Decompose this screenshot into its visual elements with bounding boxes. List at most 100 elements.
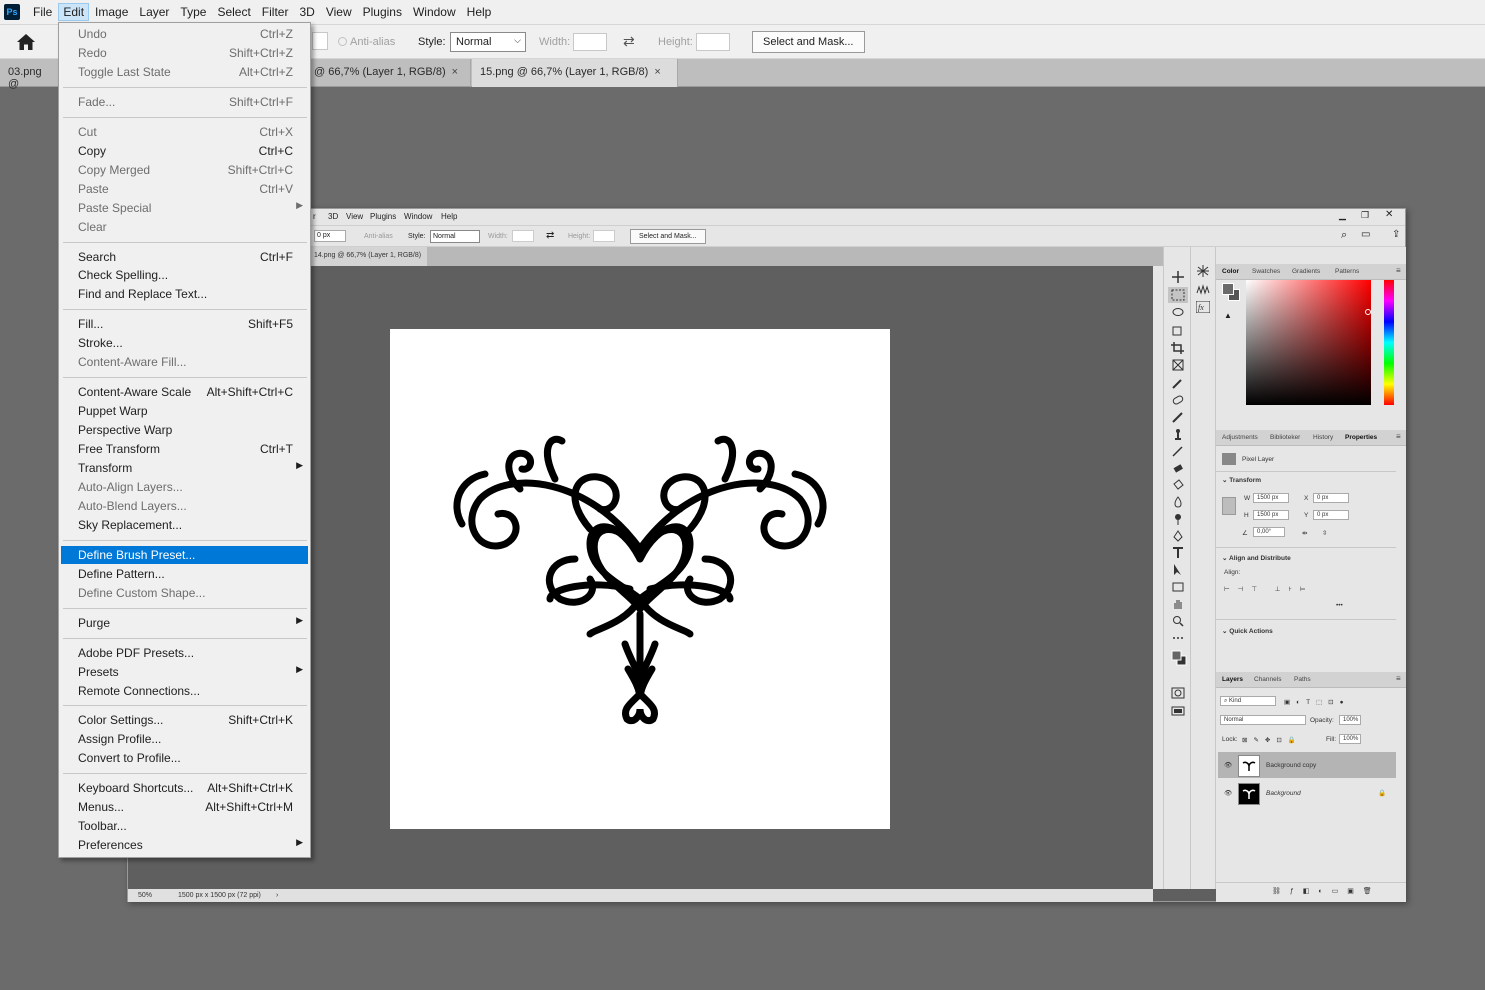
edit-menu-item-presets[interactable]: Presets ▶ <box>61 663 308 681</box>
edit-menu-item-search[interactable]: Search Ctrl+F <box>61 248 308 266</box>
brush-tool-icon[interactable] <box>1171 411 1185 423</box>
feather-input[interactable] <box>312 32 328 50</box>
layer-row-background-copy[interactable]: 👁 Background copy <box>1218 752 1396 778</box>
edit-menu-item-keyboard-shortcuts[interactable]: Keyboard Shortcuts... Alt+Shift+Ctrl+K <box>61 779 308 797</box>
pen-tool-icon[interactable] <box>1171 530 1185 542</box>
quick-mask-icon[interactable] <box>1171 687 1185 699</box>
share-icon[interactable]: ⇪ <box>1392 229 1400 240</box>
width-input[interactable] <box>573 33 607 51</box>
flip-vertical-icon[interactable]: ⇳ <box>1322 529 1327 537</box>
edit-menu-item-cut[interactable]: Cut Ctrl+X <box>61 123 308 141</box>
zoom-tool-icon[interactable] <box>1171 615 1185 627</box>
edit-menu-item-purge[interactable]: Purge ▶ <box>61 614 308 632</box>
transform-heading[interactable]: ⌄ Transform <box>1222 476 1261 484</box>
tab-color[interactable]: Color <box>1222 268 1239 275</box>
select-and-mask-button[interactable]: Select and Mask... <box>752 31 865 53</box>
home-icon[interactable] <box>16 33 36 51</box>
vertical-scrollbar[interactable] <box>1153 266 1163 889</box>
menu-edit[interactable]: Edit <box>58 3 90 21</box>
antialias-checkbox[interactable]: Anti-alias <box>338 36 395 48</box>
inner-select-mask-button[interactable]: Select and Mask... <box>630 229 706 244</box>
inner-menu-help[interactable]: Help <box>441 212 457 221</box>
height-field[interactable]: 1500 px <box>1253 510 1289 520</box>
restore-icon[interactable]: ❐ <box>1361 210 1369 221</box>
document-canvas[interactable] <box>390 329 890 829</box>
menu-view[interactable]: View <box>321 3 357 21</box>
edit-menu-item-convert-to-profile[interactable]: Convert to Profile... <box>61 749 308 767</box>
quick-actions-heading[interactable]: ⌄ Quick Actions <box>1222 627 1273 635</box>
tab-layers[interactable]: Layers <box>1222 676 1243 683</box>
edit-menu-item-clear[interactable]: Clear <box>61 218 308 236</box>
frame-tool-icon[interactable] <box>1171 359 1185 371</box>
link-icon[interactable] <box>1222 497 1236 515</box>
menu-3d[interactable]: 3D <box>294 3 319 21</box>
eyedropper-tool-icon[interactable] <box>1171 377 1185 389</box>
x-field[interactable]: 0 px <box>1313 493 1349 503</box>
inner-menu-view[interactable]: View <box>346 212 363 221</box>
menu-help[interactable]: Help <box>462 3 497 21</box>
move-tool-icon[interactable] <box>1171 271 1185 283</box>
color-swatches-icon[interactable] <box>1171 649 1187 667</box>
crop-tool-icon[interactable] <box>1171 342 1185 354</box>
lock-icons[interactable]: ⊠✎✥⊡🔒 <box>1242 736 1302 744</box>
eye-icon[interactable]: 👁 <box>1224 761 1232 769</box>
edit-menu-item-paste[interactable]: Paste Ctrl+V <box>61 180 308 198</box>
edit-menu-item-perspective-warp[interactable]: Perspective Warp <box>61 421 308 439</box>
edit-menu-item-assign-profile[interactable]: Assign Profile... <box>61 730 308 748</box>
paint-bucket-tool-icon[interactable] <box>1171 479 1185 491</box>
opacity-field[interactable]: 100% <box>1339 715 1361 725</box>
edit-menu-item-transform[interactable]: Transform ▶ <box>61 459 308 477</box>
rectangle-tool-icon[interactable] <box>1171 581 1185 593</box>
tab-paths[interactable]: Paths <box>1294 676 1311 683</box>
blend-mode-select[interactable]: Normal <box>1220 715 1306 725</box>
clone-stamp-tool-icon[interactable] <box>1171 428 1185 440</box>
eye-icon[interactable]: 👁 <box>1224 789 1232 797</box>
close-window-icon[interactable]: ✕ <box>1385 209 1393 220</box>
panel-menu-icon[interactable]: ≡ <box>1396 266 1401 275</box>
edit-menu-item-puppet-warp[interactable]: Puppet Warp <box>61 402 308 420</box>
edit-menu-item-free-transform[interactable]: Free Transform Ctrl+T <box>61 440 308 458</box>
search-icon[interactable]: ⌕ <box>1341 229 1347 242</box>
edit-menu-item-copy-merged[interactable]: Copy Merged Shift+Ctrl+C <box>61 161 308 179</box>
history-brush-tool-icon[interactable] <box>1171 445 1185 457</box>
fill-field[interactable]: 100% <box>1339 734 1361 744</box>
tab-history[interactable]: History <box>1313 434 1333 441</box>
healing-brush-tool-icon[interactable] <box>1171 394 1185 406</box>
edit-menu-item-content-aware-fill[interactable]: Content-Aware Fill... <box>61 353 308 371</box>
edit-menu-item-color-settings[interactable]: Color Settings... Shift+Ctrl+K <box>61 711 308 729</box>
inner-width-input[interactable] <box>512 230 534 242</box>
tab-adjustments[interactable]: Adjustments <box>1222 434 1258 441</box>
layer-filter-select[interactable]: ⌕ Kind <box>1220 696 1276 706</box>
layer-row-background[interactable]: 👁 Background 🔒 <box>1218 780 1396 806</box>
panel-menu-icon[interactable]: ≡ <box>1396 432 1401 441</box>
width-field[interactable]: 1500 px <box>1253 493 1289 503</box>
inner-menu-plugins[interactable]: Plugins <box>370 212 396 221</box>
layer-styles-icon[interactable]: fx <box>1195 300 1211 314</box>
inner-px-input[interactable]: 0 px <box>314 230 346 242</box>
minimize-icon[interactable]: ▁ <box>1339 210 1346 221</box>
tab-channels[interactable]: Channels <box>1254 676 1281 683</box>
menu-window[interactable]: Window <box>408 3 461 21</box>
menu-image[interactable]: Image <box>90 3 133 21</box>
tab-gradients[interactable]: Gradients <box>1292 268 1320 275</box>
flip-horizontal-icon[interactable]: ⇹ <box>1302 529 1307 537</box>
inner-antialias[interactable]: Anti-alias <box>364 233 393 240</box>
style-select[interactable]: Normal ⌵ <box>450 32 526 52</box>
tab-15-png[interactable]: 15.png @ 66,7% (Layer 1, RGB/8) × <box>472 59 678 87</box>
inner-style-select[interactable]: Normal <box>430 230 480 243</box>
close-icon[interactable]: × <box>654 66 660 78</box>
edit-menu-item-fade[interactable]: Fade... Shift+Ctrl+F <box>61 93 308 111</box>
edit-menu-item-copy[interactable]: Copy Ctrl+C <box>61 142 308 160</box>
close-icon[interactable]: × <box>452 66 458 78</box>
edit-menu-item-toggle-last-state[interactable]: Toggle Last State Alt+Ctrl+Z <box>61 63 308 81</box>
menu-plugins[interactable]: Plugins <box>358 3 407 21</box>
menu-filter[interactable]: Filter <box>257 3 294 21</box>
inner-menu-3d[interactable]: 3D <box>328 212 338 221</box>
more-tools-icon[interactable] <box>1171 632 1185 644</box>
workspace-icon[interactable]: ▭ <box>1361 229 1370 240</box>
brush-settings-icon[interactable] <box>1196 283 1210 295</box>
warning-icon[interactable]: ▲ <box>1224 311 1232 320</box>
zoom-level[interactable]: 50% <box>138 892 152 899</box>
inner-tab-14-png[interactable]: 14.png @ 66,7% (Layer 1, RGB/8) <box>308 247 428 266</box>
floating-document-window[interactable]: r 3D View Plugins Window Help ▁ ❐ ✕ 0 px… <box>127 208 1406 902</box>
